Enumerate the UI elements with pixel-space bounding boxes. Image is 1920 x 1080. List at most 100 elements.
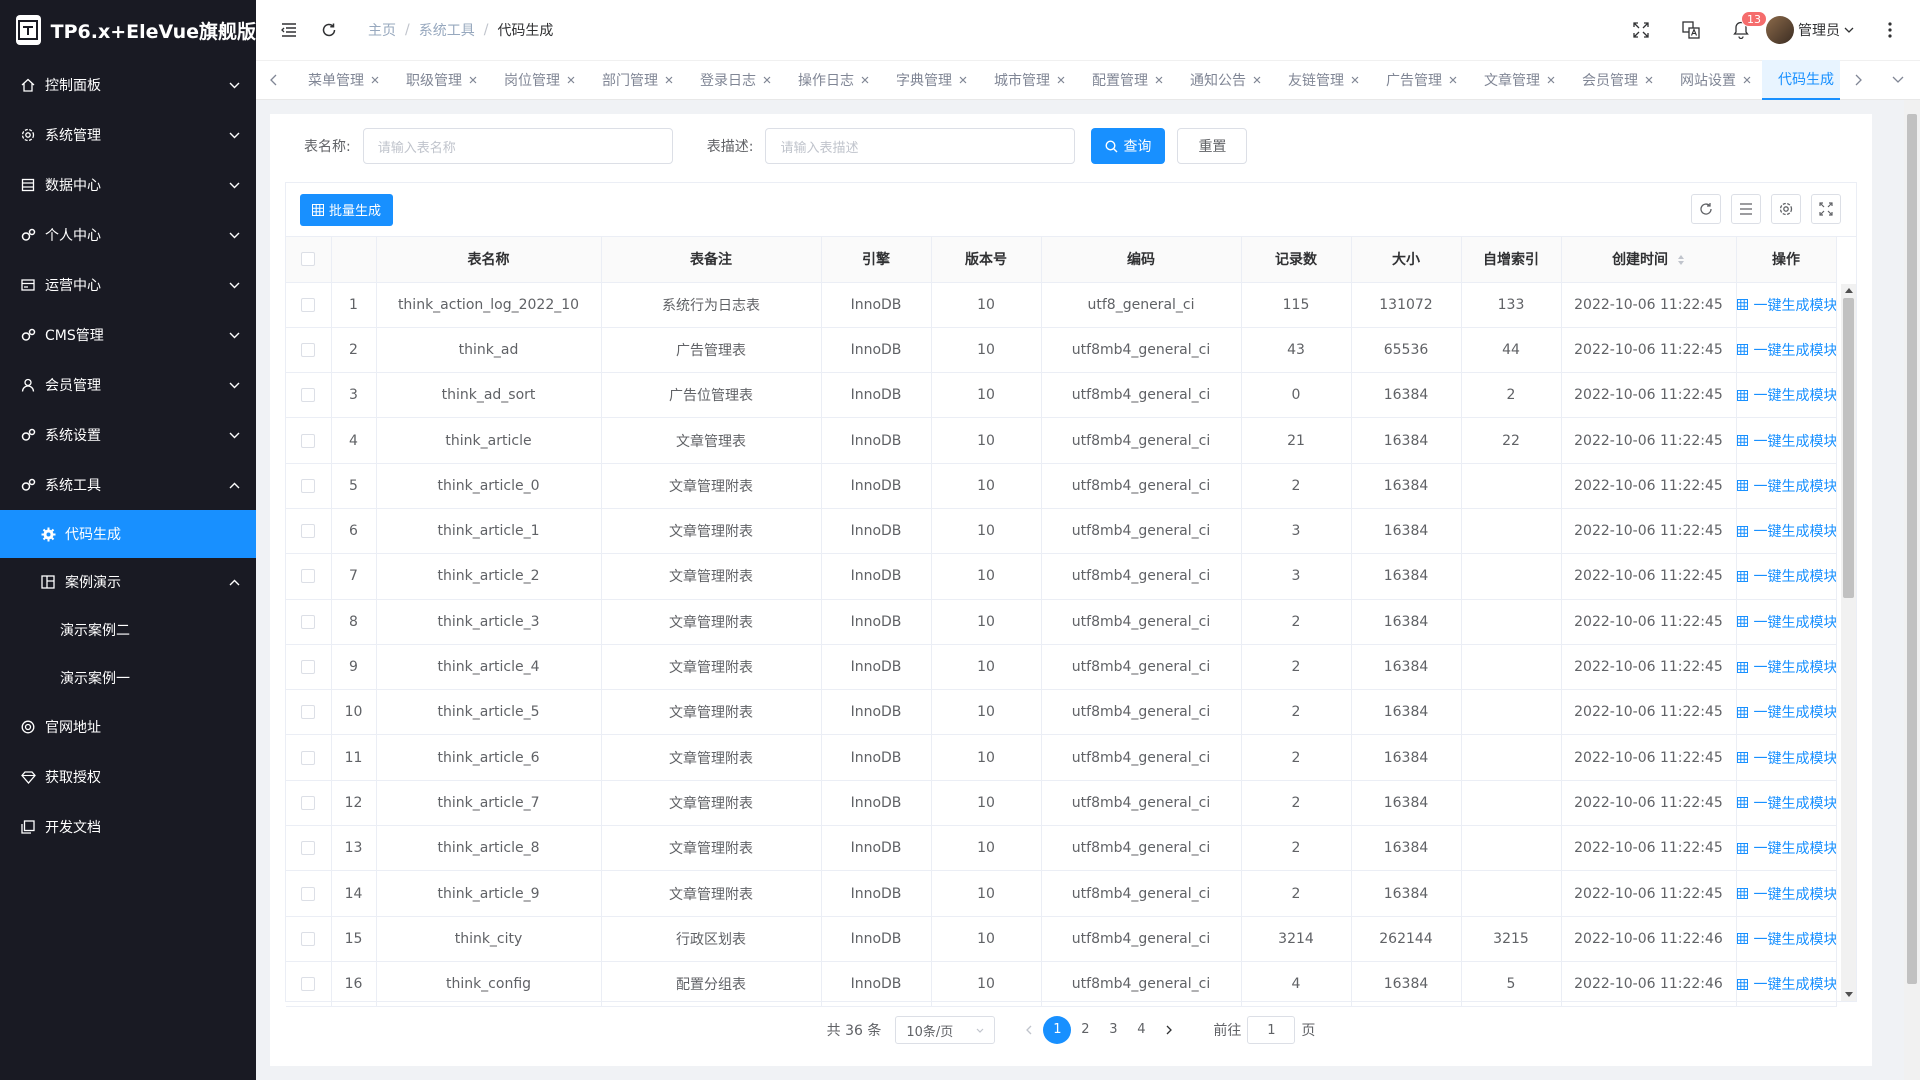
table-row[interactable]: 5 think_article_0 文章管理附表 InnoDB 10 utf8mb4_ge… — [286, 463, 1837, 509]
sidebar-item-6[interactable]: 会员管理 — [0, 360, 256, 410]
tab-9[interactable]: 通知公告 — [1174, 60, 1272, 100]
table-row[interactable]: 3 think_ad_sort 广告位管理表 InnoDB 10 utf8mb4_gene… — [286, 372, 1837, 419]
page-size-select[interactable]: 10条/页 — [895, 1016, 996, 1044]
page-number-3[interactable]: 3 — [1099, 1016, 1127, 1044]
generate-module-link[interactable]: 一键生成模块 — [1736, 929, 1835, 949]
tab-1[interactable]: 职级管理 — [390, 60, 488, 100]
tab-13[interactable]: 会员管理 — [1566, 60, 1664, 100]
close-icon[interactable] — [1154, 75, 1164, 85]
tab-15[interactable]: 代码生成 — [1762, 60, 1840, 100]
table-refresh-button[interactable] — [1691, 194, 1721, 224]
batch-generate-button[interactable]: 批量生成 — [300, 193, 394, 226]
close-icon[interactable] — [860, 75, 870, 85]
next-page-button[interactable] — [1155, 1016, 1183, 1044]
row-checkbox[interactable] — [301, 297, 316, 312]
sidebar-item-2[interactable]: 数据中心 — [0, 160, 256, 210]
table-row[interactable]: 15 think_city 行政区划表 InnoDB 10 utf8mb4_general… — [286, 916, 1837, 962]
menu-fold-icon[interactable] — [280, 21, 298, 39]
page-number-2[interactable]: 2 — [1071, 1016, 1099, 1044]
table-row[interactable]: 13 think_article_8 文章管理附表 InnoDB 10 utf8mb4_g… — [286, 825, 1837, 872]
generate-module-link[interactable]: 一键生成模块 — [1736, 748, 1835, 768]
sidebar-item-4[interactable]: 运营中心 — [0, 260, 256, 310]
row-checkbox[interactable] — [301, 841, 316, 856]
generate-module-link[interactable]: 一键生成模块 — [1736, 702, 1835, 722]
table-row[interactable]: 11 think_article_6 文章管理附表 InnoDB 10 utf8mb4_g… — [286, 734, 1837, 781]
tab-3[interactable]: 部门管理 — [586, 60, 684, 100]
table-fullscreen-button[interactable] — [1811, 194, 1841, 224]
row-checkbox[interactable] — [301, 342, 316, 357]
table-row[interactable]: 10 think_article_5 文章管理附表 InnoDB 10 utf8mb4_g… — [286, 689, 1837, 736]
table-row[interactable]: 9 think_article_4 文章管理附表 InnoDB 10 utf8mb4_ge… — [286, 644, 1837, 691]
generate-module-link[interactable]: 一键生成模块 — [1736, 476, 1835, 496]
sidebar-item-bottom-0[interactable]: 官网地址 — [0, 702, 256, 752]
generate-module-link[interactable]: 一键生成模块 — [1736, 793, 1835, 813]
table-row[interactable]: 1 think_action_log_2022_10 系统行为日志表 InnoDB 10… — [286, 282, 1837, 328]
table-row[interactable]: 12 think_article_7 文章管理附表 InnoDB 10 utf8mb4_g… — [286, 780, 1837, 827]
close-icon[interactable] — [370, 75, 380, 85]
sidebar-item-5[interactable]: CMS管理 — [0, 310, 256, 360]
prev-page-button[interactable] — [1015, 1016, 1043, 1044]
tab-14[interactable]: 网站设置 — [1664, 60, 1762, 100]
create-time-header[interactable]: 创建时间 — [1561, 237, 1737, 283]
close-icon[interactable] — [1742, 75, 1752, 85]
row-checkbox[interactable] — [301, 478, 316, 493]
row-checkbox[interactable] — [301, 614, 316, 629]
tab-10[interactable]: 友链管理 — [1272, 60, 1370, 100]
row-checkbox[interactable] — [301, 569, 316, 584]
sidebar-item-code-generator[interactable]: 代码生成 — [0, 510, 256, 558]
fullscreen-icon[interactable] — [1631, 20, 1651, 40]
refresh-icon[interactable] — [320, 21, 338, 39]
generate-module-link[interactable]: 一键生成模块 — [1736, 838, 1835, 858]
avatar[interactable] — [1766, 16, 1794, 44]
close-icon[interactable] — [1252, 75, 1262, 85]
close-icon[interactable] — [566, 75, 576, 85]
row-checkbox[interactable] — [301, 977, 316, 992]
table-row[interactable]: 14 think_article_9 文章管理附表 InnoDB 10 utf8mb4_g… — [286, 870, 1837, 917]
table-scrollbar[interactable] — [1841, 284, 1856, 1001]
row-checkbox[interactable] — [301, 660, 316, 675]
app-logo[interactable]: TP6.x+EleVue旗舰版 — [0, 0, 256, 60]
table-row[interactable]: 16 think_config 配置分组表 InnoDB 10 utf8mb4_gener… — [286, 961, 1837, 1008]
generate-module-link[interactable]: 一键生成模块 — [1736, 521, 1835, 541]
table-row[interactable]: 4 think_article 文章管理表 InnoDB 10 utf8mb4_gener… — [286, 417, 1837, 464]
tab-8[interactable]: 配置管理 — [1076, 60, 1174, 100]
reset-button[interactable]: 重置 — [1177, 128, 1248, 164]
generate-module-link[interactable]: 一键生成模块 — [1736, 657, 1835, 677]
sidebar-item-bottom-2[interactable]: 开发文档 — [0, 802, 256, 852]
generate-module-link[interactable]: 一键生成模块 — [1736, 385, 1835, 405]
goto-page-input[interactable]: 1 — [1247, 1016, 1296, 1044]
generate-module-link[interactable]: 一键生成模块 — [1736, 340, 1835, 360]
breadcrumb-home[interactable]: 主页 — [368, 20, 396, 40]
row-checkbox[interactable] — [301, 931, 316, 946]
select-all-checkbox[interactable] — [301, 252, 316, 267]
sidebar-item-3[interactable]: 个人中心 — [0, 210, 256, 260]
close-icon[interactable] — [1546, 75, 1556, 85]
notification-bell[interactable]: 13 — [1731, 11, 1767, 40]
table-scrollbar-thumb[interactable] — [1843, 298, 1854, 598]
sidebar-item-demo-0[interactable]: 演示案例二 — [0, 606, 256, 654]
row-checkbox[interactable] — [301, 795, 316, 810]
tab-0[interactable]: 菜单管理 — [292, 60, 390, 100]
row-checkbox[interactable] — [301, 433, 316, 448]
page-scrollbar[interactable] — [1904, 100, 1920, 1080]
table-density-button[interactable] — [1731, 194, 1761, 224]
sidebar-item-0[interactable]: 控制面板 — [0, 60, 256, 110]
table-row[interactable]: 2 think_ad 广告管理表 InnoDB 10 utf8mb4_general_ci… — [286, 327, 1837, 374]
table-columns-settings-button[interactable] — [1771, 194, 1801, 224]
generate-module-link[interactable]: 一键生成模块 — [1736, 431, 1835, 451]
page-number-4[interactable]: 4 — [1127, 1016, 1155, 1044]
scroll-up-icon[interactable] — [1844, 286, 1853, 295]
tab-4[interactable]: 登录日志 — [684, 60, 782, 100]
close-icon[interactable] — [1056, 75, 1066, 85]
tab-7[interactable]: 城市管理 — [978, 60, 1076, 100]
close-icon[interactable] — [1448, 75, 1458, 85]
row-checkbox[interactable] — [301, 886, 316, 901]
tab-6[interactable]: 字典管理 — [880, 60, 978, 100]
sidebar-item-1[interactable]: 系统管理 — [0, 110, 256, 160]
table-name-input[interactable]: 请输入表名称 — [362, 128, 673, 164]
tab-5[interactable]: 操作日志 — [782, 60, 880, 100]
generate-module-link[interactable]: 一键生成模块 — [1736, 566, 1835, 586]
table-row[interactable]: 8 think_article_3 文章管理附表 InnoDB 10 utf8mb4_ge… — [286, 599, 1837, 645]
close-icon[interactable] — [958, 75, 968, 85]
page-number-1[interactable]: 1 — [1043, 1016, 1072, 1044]
